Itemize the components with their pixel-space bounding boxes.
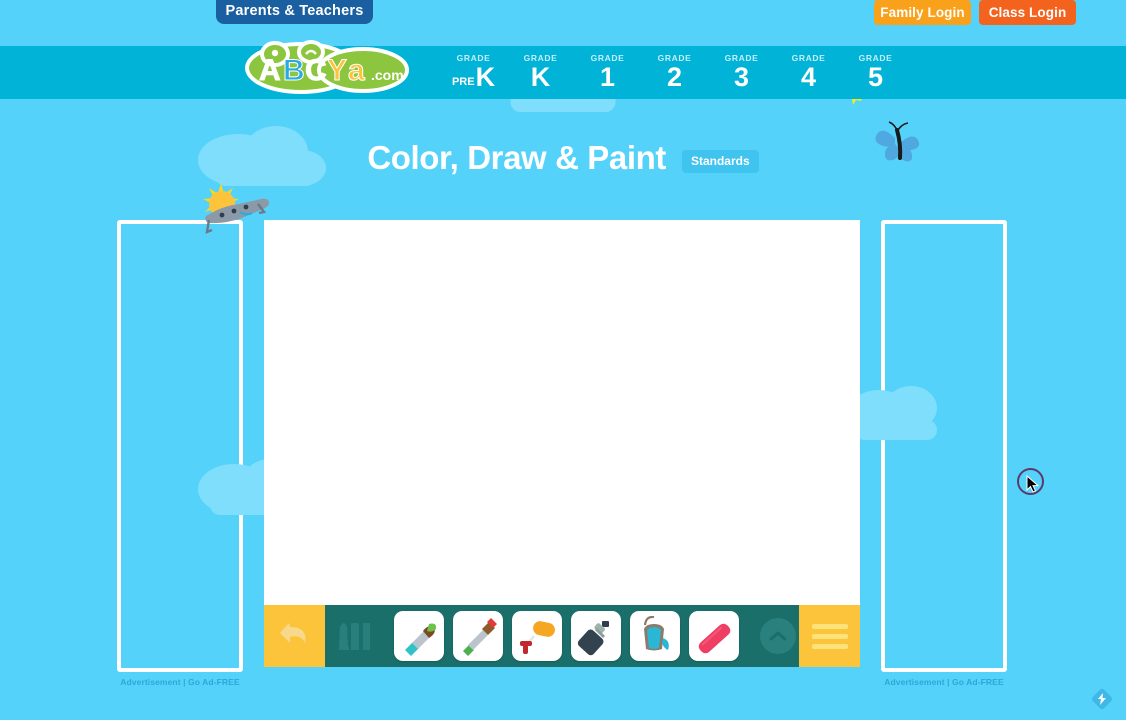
grade-prefix: PRE: [451, 75, 475, 88]
paint-toolbar: [264, 605, 860, 667]
grade-item-1[interactable]: GRADE 1: [574, 46, 641, 99]
paintbrush-tool[interactable]: [394, 611, 444, 661]
cloud-decoration: [845, 382, 945, 445]
grade-label: PRE K: [451, 61, 496, 92]
menu-line: [811, 643, 848, 649]
family-login-label: Family Login: [880, 5, 965, 20]
grade-item-k[interactable]: GRADE K: [507, 46, 574, 99]
paint-app: [264, 220, 860, 667]
ad-label-left[interactable]: Advertisement | Go Ad-FREE: [117, 677, 243, 687]
grade-navigation: GRADE PRE K GRADE K GRADE 1 GRADE 2 GRAD: [440, 46, 909, 99]
svg-text:C: C: [305, 54, 327, 87]
grade-item-2[interactable]: GRADE 2: [641, 46, 708, 99]
ad-placeholder-right[interactable]: [881, 220, 1007, 672]
grade-item-3[interactable]: GRADE 3: [708, 46, 775, 99]
grade-label: 3: [733, 61, 750, 92]
grade-label: 2: [666, 61, 683, 92]
eraser-tool[interactable]: [689, 611, 739, 661]
svg-text:a: a: [348, 54, 365, 87]
collapse-toolbar-button[interactable]: [760, 618, 796, 654]
grade-value: 1: [599, 61, 616, 92]
page-title: Color, Draw & Paint: [367, 139, 666, 176]
drawing-canvas[interactable]: [264, 220, 860, 605]
paint-roller-tool[interactable]: [512, 611, 562, 661]
spray-can-tool[interactable]: [571, 611, 621, 661]
grade-label: 4: [800, 61, 817, 92]
accessibility-badge[interactable]: [1091, 688, 1113, 710]
butterfly-icon: [871, 120, 927, 173]
abcya-logo[interactable]: A B C Y a .com: [245, 38, 411, 94]
standards-badge[interactable]: Standards: [681, 149, 759, 173]
ad-column-left: Advertisement | Go Ad-FREE: [117, 220, 243, 687]
svg-text:B: B: [283, 54, 305, 87]
grade-item-4[interactable]: GRADE 4: [775, 46, 842, 99]
navbar-notch: [510, 99, 616, 112]
grade-value: 5: [867, 61, 884, 92]
ad-placeholder-left[interactable]: [117, 220, 243, 672]
menu-line: [811, 623, 848, 629]
crayons-icon[interactable]: [325, 605, 385, 667]
rocket-icon: [200, 180, 272, 247]
svg-text:Y: Y: [327, 54, 347, 87]
grade-item-5[interactable]: GRADE 5: [842, 46, 909, 99]
top-bar: Parents & Teachers Family Login Class Lo…: [0, 0, 1126, 46]
grade-value: 3: [733, 61, 750, 92]
menu-line: [811, 633, 848, 639]
svg-text:.com: .com: [371, 67, 404, 83]
paint-bucket-tool[interactable]: [630, 611, 680, 661]
ad-label-right[interactable]: Advertisement | Go Ad-FREE: [881, 677, 1007, 687]
grade-label: 1: [599, 61, 616, 92]
svg-text:A: A: [259, 54, 281, 87]
grade-item-pre-k[interactable]: GRADE PRE K: [440, 46, 507, 99]
page-root: Parents & Teachers Family Login Class Lo…: [0, 0, 1126, 720]
family-login-button[interactable]: Family Login: [874, 0, 971, 25]
class-login-button[interactable]: Class Login: [979, 0, 1076, 25]
grade-value: 4: [800, 61, 817, 92]
page-title-row: Color, Draw & Paint Standards: [0, 139, 1126, 177]
undo-button[interactable]: [264, 605, 325, 667]
grade-value: K: [475, 61, 496, 92]
class-login-label: Class Login: [988, 5, 1067, 20]
mouse-cursor: [1026, 474, 1040, 498]
ad-column-right: Advertisement | Go Ad-FREE: [881, 220, 1007, 687]
grade-label: K: [530, 61, 551, 92]
grade-value: K: [530, 61, 551, 92]
menu-button[interactable]: [799, 605, 860, 667]
marker-tool[interactable]: [453, 611, 503, 661]
grade-value: 2: [666, 61, 683, 92]
grade-label: 5: [867, 61, 884, 92]
parents-teachers-label: Parents & Teachers: [225, 3, 364, 19]
parents-teachers-tab[interactable]: Parents & Teachers: [216, 0, 373, 24]
